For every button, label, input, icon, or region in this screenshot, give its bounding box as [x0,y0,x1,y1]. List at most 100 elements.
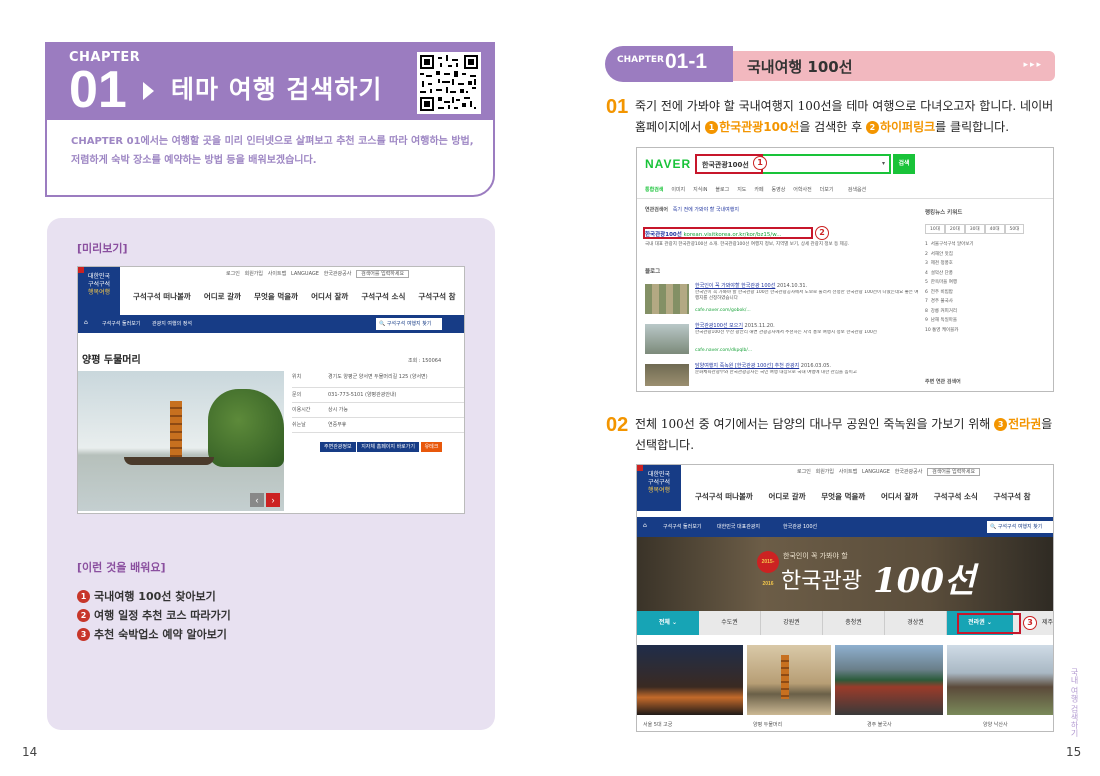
sidebar-item[interactable]: 10 통영 케이블카 [925,326,1049,336]
view-count: 조회 : 150064 [408,358,442,364]
result-title-link[interactable]: 담양여행지 죽녹원 [한국관광 100선] 추천 관광지 [695,363,799,369]
search-icon: 🔍 [379,321,386,327]
sidebar-item[interactable]: 3 제천 청풍호 [925,259,1049,269]
site-search-input[interactable]: 검색어를 입력하세요 [927,468,981,476]
highlight-box [957,613,1021,634]
menu-item[interactable]: 어디로 갈까 [204,292,241,301]
site-logo-text: 대한민국 구석구석 행복여행 [87,273,111,296]
breadcrumb: ⌂ 구석구석 둘러보기 관광지 여행의 정석 🔍 구석구석 여행지 찾기 [78,315,464,333]
naver-logo[interactable]: NAVER [645,157,691,171]
tab-blog[interactable]: 블로그 [715,187,729,193]
breadcrumb-item[interactable]: 구석구석 둘러보기 [663,523,701,530]
tab-cafe[interactable]: 카페 [754,187,763,193]
photo-card[interactable] [947,645,1053,715]
menu-item[interactable]: 무엇을 먹을까 [254,292,298,301]
tab-more[interactable]: 더보기 [820,187,834,193]
sidebar-tab[interactable]: 40대 [984,224,1005,234]
result-title-link[interactable]: 한국관광100선 모으기 [695,323,743,329]
kto-link[interactable]: 한국관광공사 [895,469,923,475]
login-link[interactable]: 로그인 [797,469,811,475]
sidebar-tab[interactable]: 30대 [964,224,985,234]
region-tab[interactable]: 전체 ⌄ [637,611,699,635]
number-badge: 2 [77,609,90,622]
photo-card[interactable] [747,645,831,715]
sidebar-item[interactable]: 6 전주 비빔밥 [925,288,1049,298]
photo-caption: 양평 두물머리 [753,722,783,728]
place-search-button[interactable]: 🔍 구석구석 여행지 찾기 [987,521,1053,533]
menu-item[interactable]: 구석구석 떠나볼까 [133,292,191,301]
tab-video[interactable]: 동영상 [772,187,786,193]
menu-item[interactable]: 구석구석 소식 [934,492,978,501]
sidebar-item[interactable]: 4 설악산 단풍 [925,269,1049,279]
menu-item[interactable]: 무엇을 먹을까 [821,492,865,501]
tab-kin[interactable]: 지식iN [693,187,707,193]
page-number-left: 14 [22,745,38,759]
sidebar-item[interactable]: 7 경주 불국사 [925,297,1049,307]
hero-number: 100선 [873,561,976,601]
tab-dict[interactable]: 어학사전 [793,187,811,193]
photo-caption: 서울 5대 고궁 [643,722,673,728]
chapter-desc-line: CHAPTER 01에서는 여행할 곳을 미리 인터넷으로 살펴보고 추천 코스… [71,136,474,147]
tab-image[interactable]: 이미지 [671,187,685,193]
sidebar-item[interactable]: 8 강릉 커피거리 [925,307,1049,317]
prev-arrow-icon[interactable]: ‹ [250,493,264,507]
sidebar-item[interactable]: 2 서해안 맛집 [925,250,1049,260]
number-badge: 1 [77,590,90,603]
sidebar-item[interactable]: 1 서울구석구석 알아보기 [925,240,1049,250]
photo-card[interactable] [835,645,943,715]
sail-shape [170,401,182,459]
result-snippet: 문화체육관광부와 한국관광공사는 국민 여행 대상으로 국내 여행에 대한 관심… [695,370,857,375]
sidebar-tab[interactable]: 10대 [925,224,945,234]
sitemap-link[interactable]: 사이트맵 [839,469,857,475]
page-number-right: 15 [1066,745,1082,759]
menu-item[interactable]: 구석구석 참 [993,492,1030,501]
sidebar-item[interactable]: 5 한옥마을 여행 [925,278,1049,288]
tab-all[interactable]: 통합검색 [645,187,663,193]
region-tab[interactable]: 수도권 [699,611,761,635]
signup-link[interactable]: 회원가입 [816,469,834,475]
sidebar-item[interactable]: 9 남해 독일마을 [925,316,1049,326]
dropdown-icon[interactable]: ▾ [882,160,885,167]
nearby-info-button[interactable]: 주변관광정보 [320,442,356,452]
place-search-button[interactable]: 🔍 구석구석 여행지 찾기 [376,318,442,330]
home-icon[interactable]: ⌂ [84,319,88,326]
signup-link[interactable]: 회원가입 [245,271,263,277]
sidebar-tab[interactable]: 20대 [944,224,965,234]
home-icon[interactable]: ⌂ [643,522,647,529]
region-tab[interactable]: 강원권 [761,611,823,635]
menu-item[interactable]: 구석구석 참 [418,292,455,301]
breadcrumb-item[interactable]: 대한민국 대표관광지 [717,523,760,530]
photo-grid: 서울 5대 고궁 양평 두물머리 경주 불국사 양양 낙산사 [637,645,1053,731]
region-tab[interactable]: 충청권 [823,611,885,635]
info-row: 이용시간 상시 가능 [292,403,464,418]
breadcrumb-item[interactable]: 한국관광 100선 [783,523,817,530]
kto-link[interactable]: 한국관광공사 [324,271,352,277]
breadcrumb-item[interactable]: 관광지 여행의 정석 [152,320,192,327]
qr-code-icon [417,52,481,114]
sidebar-tab[interactable]: 50대 [1004,224,1025,234]
naver-search-button[interactable]: 검색 [893,154,915,174]
menu-item[interactable]: 구석구석 소식 [361,292,405,301]
homepage-button[interactable]: 지자체 홈페이지 바로가기 [357,442,419,452]
region-tab[interactable]: 경상권 [885,611,947,635]
result-title-link[interactable]: 한국인이 꼭 가봐야할 한국관광 100선 [695,283,775,289]
menu-item[interactable]: 어디서 잘까 [881,492,918,501]
menu-item[interactable]: 구석구석 떠나볼까 [695,492,753,501]
language-link[interactable]: LANGUAGE [862,469,890,475]
chevron-down-icon: ⌄ [672,619,678,626]
search-options[interactable]: 검색옵션 [848,187,866,193]
photo-card[interactable] [637,645,743,715]
language-link[interactable]: LANGUAGE [291,271,319,277]
related-link[interactable]: 죽기 전에 가봐야 할 국내여행지 [673,207,739,213]
menu-item[interactable]: 어디로 갈까 [768,492,805,501]
login-link[interactable]: 로그인 [226,271,240,277]
site-logo: 대한민국 구석구석 행복여행 [78,267,120,315]
breadcrumb-item[interactable]: 구석구석 둘러보기 [102,320,140,327]
next-arrow-icon[interactable]: › [266,493,280,507]
tab-map[interactable]: 지도 [737,187,746,193]
extra-button[interactable]: 유테크 [420,442,443,452]
sitemap-link[interactable]: 사이트맵 [268,271,286,277]
site-search-input[interactable]: 검색어를 입력하세요 [356,270,410,278]
info-table: 위치 경기도 양평군 양서면 두물머리길 125 (양서면) 문의 031-773-… [292,373,464,433]
menu-item[interactable]: 어디서 잘까 [311,292,348,301]
